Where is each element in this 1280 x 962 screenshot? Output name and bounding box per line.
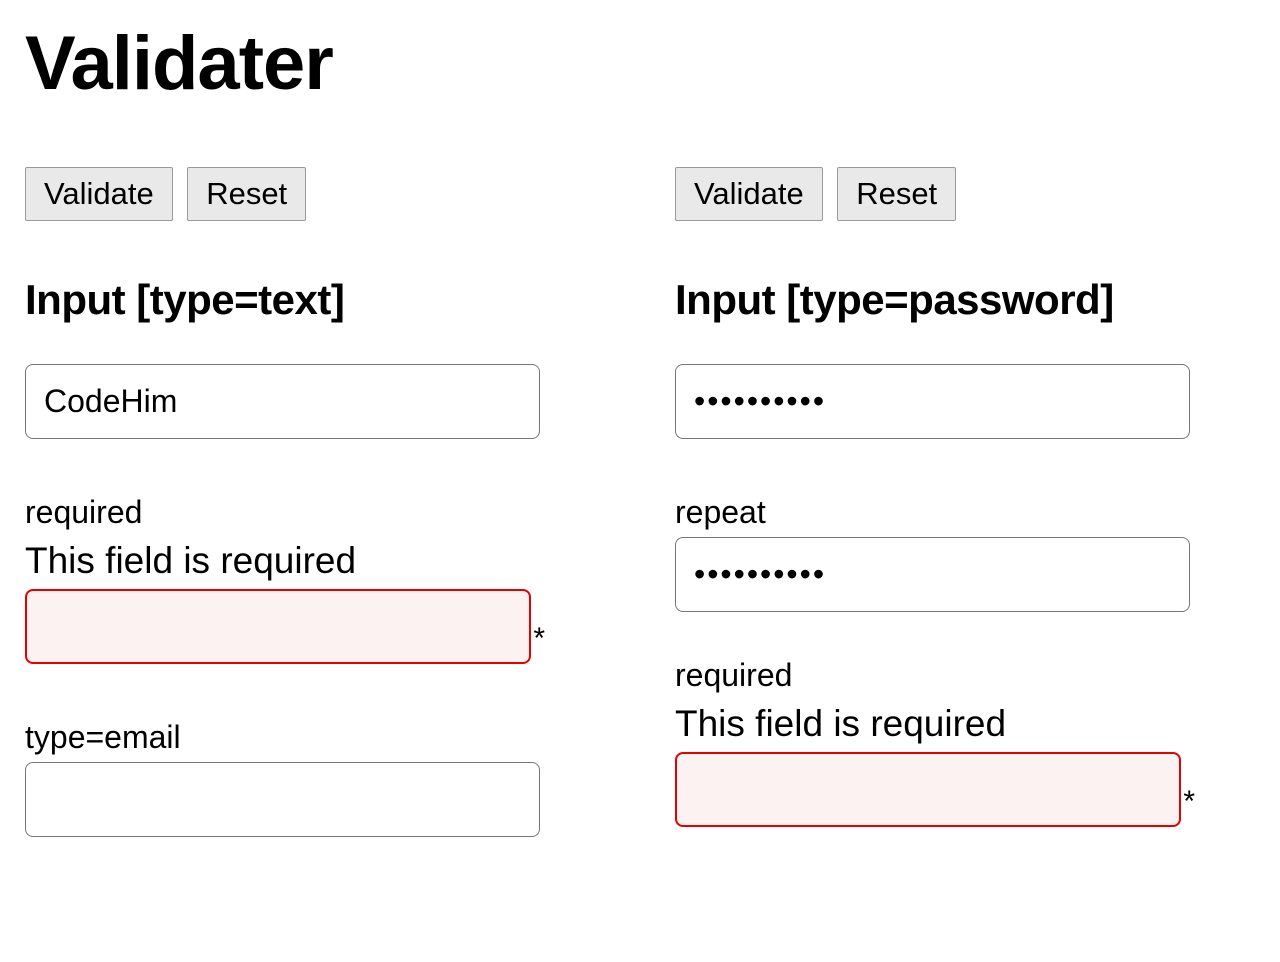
reset-button[interactable]: Reset	[187, 167, 306, 221]
required-field-group: required This field is required *	[25, 494, 545, 664]
page-title: Validater	[25, 20, 1255, 107]
required-label: required	[675, 657, 1195, 694]
validate-button[interactable]: Validate	[675, 167, 823, 221]
input-text-heading: Input [type=text]	[25, 276, 545, 324]
required-asterisk: *	[533, 622, 545, 656]
reset-button[interactable]: Reset	[837, 167, 956, 221]
required-password-group: required This field is required *	[675, 657, 1195, 827]
input-password-heading: Input [type=password]	[675, 276, 1195, 324]
left-form: Validate Reset Input [type=text] require…	[25, 167, 545, 892]
password-field-group	[675, 364, 1195, 439]
required-input[interactable]	[25, 589, 531, 664]
text-input[interactable]	[25, 364, 540, 439]
email-input[interactable]	[25, 762, 540, 837]
email-field-group: type=email	[25, 719, 545, 837]
required-label: required	[25, 494, 545, 531]
repeat-field-group: repeat	[675, 494, 1195, 612]
password-input[interactable]	[675, 364, 1190, 439]
repeat-label: repeat	[675, 494, 1195, 531]
email-label: type=email	[25, 719, 545, 756]
validate-button[interactable]: Validate	[25, 167, 173, 221]
right-form: Validate Reset Input [type=password] rep…	[675, 167, 1195, 892]
required-asterisk: *	[1183, 785, 1195, 819]
required-error-message: This field is required	[25, 537, 545, 585]
repeat-password-input[interactable]	[675, 537, 1190, 612]
text-field-group	[25, 364, 545, 439]
button-row-right: Validate Reset	[675, 167, 1195, 221]
button-row-left: Validate Reset	[25, 167, 545, 221]
required-error-message: This field is required	[675, 700, 1195, 748]
required-password-input[interactable]	[675, 752, 1181, 827]
